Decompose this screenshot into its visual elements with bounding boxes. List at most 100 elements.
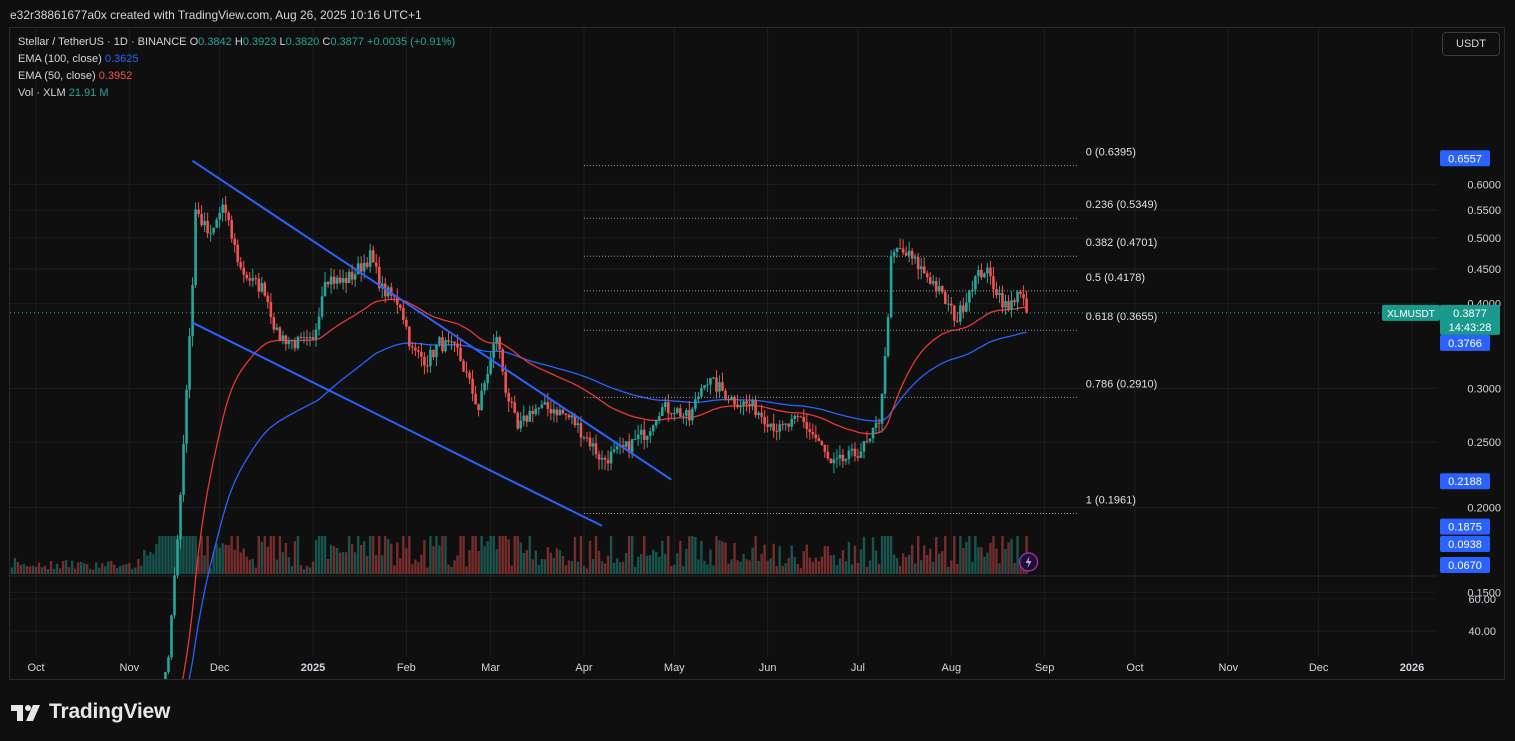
candle-body xyxy=(781,424,784,426)
volume-bar xyxy=(182,536,185,574)
candle-body xyxy=(603,457,607,460)
volume-bar xyxy=(673,564,676,574)
volume-bar xyxy=(468,550,471,574)
volume-bar xyxy=(591,558,595,574)
volume-bar xyxy=(850,564,854,574)
currency-button[interactable]: USDT xyxy=(1442,32,1500,56)
volume-bar xyxy=(916,536,920,574)
volume-bar xyxy=(317,536,321,574)
volume-bar xyxy=(642,536,646,574)
volume-bar xyxy=(230,536,233,574)
candle-body xyxy=(417,350,420,352)
candle-body xyxy=(703,385,706,389)
volume-bar xyxy=(874,550,878,574)
volume-bar xyxy=(257,536,261,574)
legend-high-label: H xyxy=(234,36,243,48)
volume-scale-label: 40.00 xyxy=(1468,626,1496,638)
volume-bar xyxy=(664,553,667,574)
volume-bar xyxy=(612,562,616,574)
candle-body xyxy=(624,441,628,447)
candle-body xyxy=(745,401,748,404)
candle-body xyxy=(817,438,821,442)
volume-bar xyxy=(531,559,534,574)
volume-bar xyxy=(652,549,655,574)
volume-bar xyxy=(79,561,83,574)
volume-bar xyxy=(447,564,450,574)
volume-bar xyxy=(989,542,992,574)
candle-body xyxy=(408,326,411,347)
candle-body xyxy=(462,360,465,372)
volume-bar xyxy=(302,569,306,574)
legend-ema100-row[interactable]: EMA (100, close) 0.3625 xyxy=(18,51,455,68)
volume-bar xyxy=(573,536,577,574)
volume-bar xyxy=(92,569,95,574)
price-chart[interactable]: Oct Nov Dec 2025 Feb Mar Apr May Jun Jul Aug Sep Oct… xyxy=(10,28,1504,679)
volume-bar xyxy=(453,560,456,574)
candle-body xyxy=(660,407,664,416)
volume-bar xyxy=(218,547,221,574)
candle-body xyxy=(645,435,649,440)
candle-body xyxy=(642,429,646,440)
price-tag-text: 0.2188 xyxy=(1448,476,1482,488)
volume-bar xyxy=(865,566,869,574)
volume-bar xyxy=(70,560,74,574)
volume-bars xyxy=(10,536,1028,574)
candle-body xyxy=(465,371,468,373)
volume-bar xyxy=(43,565,47,574)
candle-body xyxy=(751,400,754,407)
candle-body xyxy=(856,456,860,458)
candle-body xyxy=(959,305,962,322)
candle-body xyxy=(787,423,791,427)
candle-body xyxy=(1007,301,1010,310)
volume-bar xyxy=(594,536,598,574)
volume-bar xyxy=(40,567,44,574)
candle-body xyxy=(510,401,514,403)
candle-body xyxy=(992,276,995,290)
volume-bar xyxy=(438,545,441,574)
volume-bar xyxy=(832,554,836,574)
legend-symbol-row: Stellar / TetherUS · 1D · BINANCE O0.384… xyxy=(18,34,455,51)
legend-ema50-row[interactable]: EMA (50, close) 0.3952 xyxy=(18,68,455,85)
volume-bar xyxy=(260,541,264,574)
candle-body xyxy=(242,267,246,275)
candle-body xyxy=(886,317,890,356)
volume-bar xyxy=(715,536,718,574)
volume-bar xyxy=(540,558,544,574)
candle-body xyxy=(561,409,565,414)
volume-bar xyxy=(296,536,300,574)
candle-body xyxy=(374,262,378,267)
chart-frame[interactable]: Oct Nov Dec 2025 Feb Mar Apr May Jun Jul Aug Sep Oct… xyxy=(9,27,1505,680)
volume-bar xyxy=(411,564,414,574)
legend-volume-row[interactable]: Vol · XLM 21.91 M xyxy=(18,85,455,102)
volume-bar xyxy=(953,536,956,574)
volume-bar xyxy=(134,567,137,574)
volume-bar xyxy=(290,566,294,574)
price-tag-text: 0.3766 xyxy=(1448,338,1482,350)
candle-body xyxy=(278,327,282,341)
candle-body xyxy=(197,209,200,214)
candle-body xyxy=(968,291,971,303)
candle-body xyxy=(865,441,869,443)
volume-bar xyxy=(564,565,568,574)
candle-body xyxy=(326,281,330,285)
volume-bar xyxy=(733,542,736,574)
candle-body xyxy=(721,382,724,391)
candle-body xyxy=(673,413,676,415)
candle-body xyxy=(558,409,562,416)
tradingview-logo[interactable]: TradingView xyxy=(11,700,170,724)
volume-bar xyxy=(853,545,857,574)
candle-body xyxy=(483,383,486,391)
candle-body xyxy=(263,282,267,296)
candle-body xyxy=(209,232,212,234)
volume-bar xyxy=(775,566,778,574)
volume-bar xyxy=(61,560,65,574)
candle-body xyxy=(332,276,336,284)
candle-body xyxy=(862,441,866,452)
candle-body xyxy=(841,454,845,462)
candle-body xyxy=(889,256,893,318)
candle-body xyxy=(432,349,435,358)
volume-bar xyxy=(200,536,203,574)
y-tick-label: 0.3000 xyxy=(1467,383,1501,395)
candle-body xyxy=(913,257,917,259)
candle-body xyxy=(639,429,643,435)
